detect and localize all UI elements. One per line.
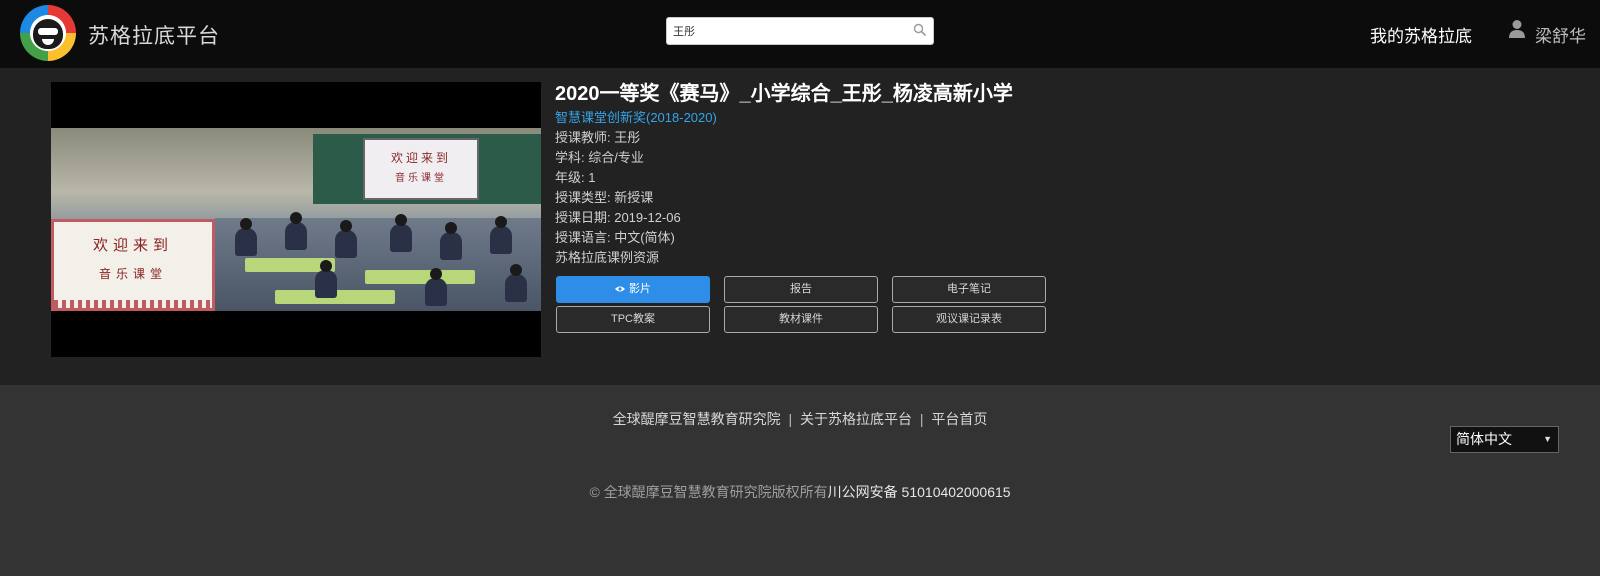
student xyxy=(390,214,412,252)
lesson-date-field: 授课日期: 2019-12-06 xyxy=(555,210,681,225)
search-input[interactable] xyxy=(673,21,907,41)
search-icon[interactable] xyxy=(913,23,927,37)
classroom-floor xyxy=(215,212,541,311)
grade-field: 年级: 1 xyxy=(555,170,596,185)
copyright: © 全球醍摩豆智慧教育研究院版权所有川公网安备 51010402000615 xyxy=(0,482,1600,502)
student xyxy=(440,222,462,260)
footer-separator: | xyxy=(919,411,924,427)
user-name-link[interactable]: 梁舒华 xyxy=(1535,22,1586,47)
site-title[interactable]: 苏格拉底平台 xyxy=(88,20,220,50)
lesson-info: 2020一等奖《赛马》_小学综合_王彤_杨凌高新小学 智慧课堂创新奖(2018-… xyxy=(555,80,1075,268)
student xyxy=(235,218,257,256)
chevron-down-icon: ▼ xyxy=(1543,434,1552,444)
student xyxy=(335,220,357,258)
student xyxy=(315,260,337,298)
pip-border-pattern xyxy=(54,300,212,308)
lesson-type-field: 授课类型: 新授课 xyxy=(555,190,654,205)
projector-screen: 欢迎来到 音乐课堂 xyxy=(363,138,479,200)
logo-mascot-icon xyxy=(33,19,63,49)
footer-link-home[interactable]: 平台首页 xyxy=(931,411,987,427)
screen-text-line2: 音乐课堂 xyxy=(395,173,447,184)
picture-in-picture-slide: 欢迎来到 音乐课堂 xyxy=(51,219,215,311)
video-button-label: 影片 xyxy=(629,283,651,295)
subject-field: 学科: 综合/专业 xyxy=(555,150,644,165)
footer-separator: | xyxy=(788,411,793,427)
video-player[interactable]: 欢迎来到 音乐课堂 欢迎来到 音乐课堂 xyxy=(51,82,541,357)
report-button[interactable]: 报告 xyxy=(724,276,878,303)
pip-text-line2: 音乐课堂 xyxy=(98,267,167,281)
footer-link-institute[interactable]: 全球醍摩豆智慧教育研究院 xyxy=(613,411,781,427)
pip-text-line1: 欢迎来到 xyxy=(92,236,173,254)
nav-my-socrates-link[interactable]: 我的苏格拉底 xyxy=(1370,22,1472,47)
materials-button[interactable]: 教材课件 xyxy=(724,306,878,333)
lesson-language-field: 授课语言: 中文(简体) xyxy=(555,230,675,245)
language-select[interactable]: 简体中文 ▼ xyxy=(1450,426,1559,453)
student xyxy=(505,264,527,302)
observation-record-button[interactable]: 观议课记录表 xyxy=(892,306,1046,333)
screen-text-line1: 欢迎来到 xyxy=(390,151,451,165)
notes-button[interactable]: 电子笔记 xyxy=(892,276,1046,303)
tpc-lesson-plan-button[interactable]: TPC教案 xyxy=(556,306,710,333)
student xyxy=(285,212,307,250)
teacher-field: 授课教师: 王彤 xyxy=(555,130,641,145)
site-logo[interactable] xyxy=(20,5,76,61)
footer-link-about[interactable]: 关于苏格拉底平台 xyxy=(800,411,912,427)
student xyxy=(490,216,512,254)
student xyxy=(425,268,447,306)
icp-license-link[interactable]: 川公网安备 51010402000615 xyxy=(828,484,1011,500)
lesson-detail-section: 欢迎来到 音乐课堂 欢迎来到 音乐课堂 2020一等奖《赛马》_小学综合_王彤_… xyxy=(0,68,1600,385)
footer: 全球醍摩豆智慧教育研究院 | 关于苏格拉底平台 | 平台首页 简体中文 ▼ © … xyxy=(0,385,1600,576)
search-box xyxy=(666,17,934,45)
desk xyxy=(365,270,475,284)
video-button[interactable]: 影片 xyxy=(556,276,710,303)
top-nav-bar: 苏格拉底平台 我的苏格拉底 梁舒华 xyxy=(0,0,1600,68)
eye-icon xyxy=(615,286,625,292)
video-frame: 欢迎来到 音乐课堂 欢迎来到 音乐课堂 xyxy=(51,128,541,311)
footer-links: 全球醍摩豆智慧教育研究院 | 关于苏格拉底平台 | 平台首页 xyxy=(0,409,1600,429)
lesson-title: 2020一等奖《赛马》_小学综合_王彤_杨凌高新小学 xyxy=(555,83,1013,105)
user-icon[interactable] xyxy=(1508,19,1526,39)
award-link[interactable]: 智慧课堂创新奖(2018-2020) xyxy=(555,108,1075,128)
resource-source: 苏格拉底课例资源 xyxy=(555,250,660,265)
language-select-value: 简体中文 xyxy=(1456,431,1512,447)
copyright-text: © 全球醍摩豆智慧教育研究院版权所有 xyxy=(589,484,828,500)
